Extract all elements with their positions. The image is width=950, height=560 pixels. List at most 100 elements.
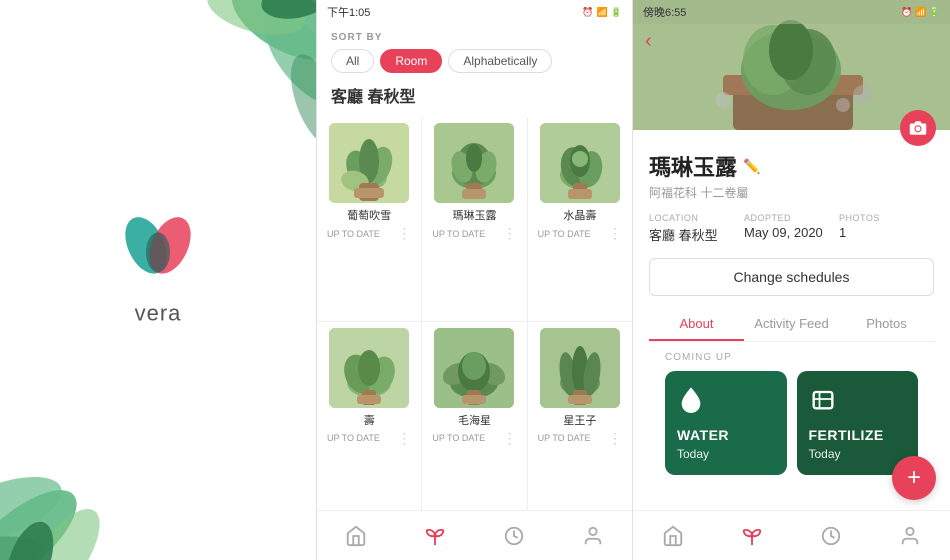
- status-time-2: 下午1:05: [327, 4, 370, 20]
- plant-status-2: UP TO DATE: [538, 229, 591, 239]
- coming-up-label: COMING UP: [649, 352, 934, 363]
- meta-photos: PHOTOS 1: [839, 213, 934, 244]
- plant-menu-2[interactable]: ⋮: [608, 225, 622, 242]
- plant-detail-name: 瑪琳玉露: [649, 150, 737, 182]
- add-fab[interactable]: +: [892, 456, 936, 500]
- status-icons-3: ⏰ 📶 🔋: [901, 7, 940, 18]
- plant-status-row-0: UP TO DATE ⋮: [323, 225, 415, 242]
- chip-all[interactable]: All: [331, 49, 374, 73]
- plant-status-3: UP TO DATE: [327, 433, 380, 443]
- plant-list-header: SORT BY All Room Alphabetically 客廳 春秋型: [317, 24, 632, 117]
- plant-card-1[interactable]: 瑪琳玉露 UP TO DATE ⋮: [422, 117, 526, 321]
- plant-card-0[interactable]: 葡萄吹雪 UP TO DATE ⋮: [317, 117, 421, 321]
- chip-room[interactable]: Room: [380, 49, 442, 73]
- plant-image-2: [540, 123, 620, 203]
- plant-menu-0[interactable]: ⋮: [397, 225, 411, 242]
- care-card-water[interactable]: WATER Today: [665, 371, 787, 475]
- nav-person-3[interactable]: [898, 524, 922, 548]
- care-cards: WATER Today FERTILIZE Today: [649, 371, 934, 475]
- detail-tabs: About Activity Feed Photos: [649, 308, 934, 342]
- plant-image-3: [329, 328, 409, 408]
- back-arrow[interactable]: ‹: [645, 30, 652, 53]
- plant-menu-1[interactable]: ⋮: [503, 225, 517, 242]
- nav-person-2[interactable]: [581, 524, 605, 548]
- plant-status-0: UP TO DATE: [327, 229, 380, 239]
- water-icon: [677, 385, 775, 419]
- plant-name-1: 瑪琳玉露: [452, 207, 496, 223]
- plant-status-5: UP TO DATE: [538, 433, 591, 443]
- plant-status-row-3: UP TO DATE ⋮: [323, 430, 415, 447]
- care-card-fertilize[interactable]: FERTILIZE Today: [797, 371, 919, 475]
- nav-clock-2[interactable]: [502, 524, 526, 548]
- water-sub: Today: [677, 447, 775, 461]
- status-icons-2: ⏰ 📶 🔋: [582, 7, 622, 18]
- change-schedules-button[interactable]: Change schedules: [649, 258, 934, 296]
- water-label: WATER: [677, 427, 775, 443]
- plant-name-5: 星王子: [563, 412, 596, 428]
- plant-detail-screen: 傍晚6:55 ⏰ 📶 🔋 ‹: [633, 0, 950, 560]
- plant-info: 瑪琳玉露 ✏️ 阿福花科 十二卷屬 LOCATION 客廳 春秋型 ADOPTE…: [633, 130, 950, 485]
- plant-menu-4[interactable]: ⋮: [503, 430, 517, 447]
- edit-icon[interactable]: ✏️: [743, 158, 760, 175]
- plant-name-2: 水晶壽: [563, 207, 596, 223]
- nav-home-3[interactable]: [661, 524, 685, 548]
- tab-activity[interactable]: Activity Feed: [744, 308, 839, 341]
- plant-title-row: 瑪琳玉露 ✏️: [649, 150, 934, 182]
- location-label: LOCATION: [649, 213, 744, 223]
- plant-card-3[interactable]: 壽 UP TO DATE ⋮: [317, 322, 421, 526]
- plant-card-2[interactable]: 水晶壽 UP TO DATE ⋮: [528, 117, 632, 321]
- adopted-value: May 09, 2020: [744, 225, 839, 240]
- photos-value: 1: [839, 225, 934, 240]
- plant-status-row-5: UP TO DATE ⋮: [534, 430, 626, 447]
- sort-label: SORT BY: [331, 32, 618, 43]
- nav-plant-3[interactable]: [740, 524, 764, 548]
- app-name-label: vera: [135, 300, 182, 326]
- fertilize-sub: Today: [809, 447, 907, 461]
- plant-name-0: 葡萄吹雪: [347, 207, 391, 223]
- app-logo: vera: [118, 210, 198, 326]
- top-leaves-decoration: [156, 0, 316, 160]
- plant-name-4: 毛海星: [458, 412, 491, 428]
- plant-status-row-4: UP TO DATE ⋮: [428, 430, 520, 447]
- plant-card-5[interactable]: 星王子 UP TO DATE ⋮: [528, 322, 632, 526]
- plant-image-5: [540, 328, 620, 408]
- status-bar-3: 傍晚6:55 ⏰ 📶 🔋: [633, 0, 950, 24]
- fertilize-icon: [809, 385, 907, 419]
- plant-status-row-1: UP TO DATE ⋮: [428, 225, 520, 242]
- nav-home-2[interactable]: [344, 524, 368, 548]
- bottom-leaves-decoration: [0, 360, 180, 560]
- location-value: 客廳 春秋型: [649, 225, 744, 244]
- tab-photos[interactable]: Photos: [839, 308, 934, 341]
- plant-image-1: [434, 123, 514, 203]
- tab-about[interactable]: About: [649, 308, 744, 341]
- plant-meta: LOCATION 客廳 春秋型 ADOPTED May 09, 2020 PHO…: [649, 213, 934, 244]
- adopted-label: ADOPTED: [744, 213, 839, 223]
- nav-clock-3[interactable]: [819, 524, 843, 548]
- sort-chips: All Room Alphabetically: [331, 49, 618, 73]
- meta-adopted: ADOPTED May 09, 2020: [744, 213, 839, 244]
- plant-image-0: [329, 123, 409, 203]
- photos-label: PHOTOS: [839, 213, 934, 223]
- vera-v-icon: [118, 210, 198, 290]
- splash-screen: vera: [0, 0, 316, 560]
- plant-menu-3[interactable]: ⋮: [397, 430, 411, 447]
- plant-status-row-2: UP TO DATE ⋮: [534, 225, 626, 242]
- plant-status-1: UP TO DATE: [432, 229, 485, 239]
- plant-card-4[interactable]: 毛海星 UP TO DATE ⋮: [422, 322, 526, 526]
- section-title: 客廳 春秋型: [331, 83, 618, 107]
- camera-fab[interactable]: [900, 110, 936, 146]
- meta-location: LOCATION 客廳 春秋型: [649, 213, 744, 244]
- plant-menu-5[interactable]: ⋮: [608, 430, 622, 447]
- plants-grid: 葡萄吹雪 UP TO DATE ⋮ 瑪琳玉露: [317, 117, 632, 525]
- plant-status-4: UP TO DATE: [432, 433, 485, 443]
- status-bar-2: 下午1:05 ⏰ 📶 🔋: [317, 0, 632, 24]
- plant-name-3: 壽: [364, 412, 375, 428]
- nav-plant-2[interactable]: [423, 524, 447, 548]
- plant-latin: 阿福花科 十二卷屬: [649, 184, 934, 201]
- fertilize-label: FERTILIZE: [809, 427, 907, 443]
- plant-list-screen: 下午1:05 ⏰ 📶 🔋 SORT BY All Room Alphabetic…: [316, 0, 633, 560]
- bottom-nav-2: [317, 510, 632, 560]
- chip-alpha[interactable]: Alphabetically: [448, 49, 552, 73]
- bottom-nav-3: [633, 510, 950, 560]
- status-time-3: 傍晚6:55: [643, 4, 686, 20]
